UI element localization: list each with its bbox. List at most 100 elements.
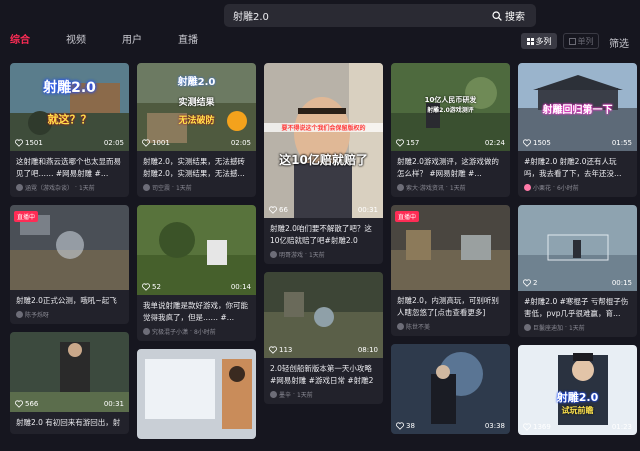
heart-icon <box>142 283 150 291</box>
single-view-icon <box>568 37 576 45</box>
cover-subtext: 实测结果 <box>178 98 215 108</box>
video-duration: 08:10 <box>357 346 378 354</box>
single-column-toggle[interactable]: 单列 <box>563 33 599 49</box>
video-title: 我单说射雕是款好游戏，你可能觉得我疯了，但是…… #… <box>143 301 248 322</box>
video-duration: 01:23 <box>611 423 632 431</box>
video-card[interactable]: 10亿人民币研发 射雕2.0游戏测评 157 02:24 射雕2.0游戏测评，这… <box>391 63 510 197</box>
tab-user[interactable]: 用户 <box>122 34 142 48</box>
like-count-value: 1505 <box>533 139 551 147</box>
result-column-2: 射雕2.0 实测结果 无法破防 1001 02:05 射雕2.0，实测结果，无法… <box>137 63 256 447</box>
video-card[interactable]: 射雕2.0 就这？？ 1501 02:05 这射雕和燕云选哪个也太显而易见了吧…… <box>10 63 129 197</box>
result-column-1: 射雕2.0 就这？？ 1501 02:05 这射雕和燕云选哪个也太显而易见了吧…… <box>10 63 129 442</box>
video-card[interactable]: 2 00:15 #射雕2.0 #寒棍子 亏帮棍子伤害低，pvp几乎很难赢，育… … <box>518 205 637 337</box>
post-time: 1天前 <box>308 252 325 259</box>
video-meta: 陈予烁呀 <box>16 310 123 319</box>
heart-icon <box>269 206 277 214</box>
heart-icon <box>15 139 23 147</box>
cover-text: 10亿人民币研发 <box>424 96 477 104</box>
post-time: 1天前 <box>175 185 192 192</box>
video-thumbnail: 直播中 <box>10 205 129 290</box>
heart-icon <box>269 346 277 354</box>
author-avatar <box>397 184 404 191</box>
cover-text: 这10亿赔就赔了 <box>279 153 368 167</box>
cover-subtext-2: 无法破防 <box>178 116 215 126</box>
video-card[interactable]: 要不得说这个我们会保留版权的 这10亿赔就赔了 66 00:31 射雕2.0咱们… <box>264 63 383 264</box>
author-name: 巨鬣座迪加 <box>533 325 564 332</box>
video-title: 射雕2.0，内测高玩，可别听别人瞎忽悠了[点击查看更多] <box>397 296 499 317</box>
like-count: 157 <box>396 139 419 147</box>
cover-text: 射雕2.0 <box>43 80 96 96</box>
video-card[interactable]: 射雕2.0 实测结果 无法破防 1001 02:05 射雕2.0，实测结果，无法… <box>137 63 256 197</box>
like-count-value: 566 <box>25 400 39 408</box>
author-avatar <box>524 324 531 331</box>
video-thumbnail: 10亿人民币研发 射雕2.0游戏测评 157 02:24 <box>391 63 510 151</box>
post-time: 1天前 <box>568 325 585 332</box>
video-meta: 巨鬣座迪加 · 1天前 <box>524 323 631 332</box>
video-thumbnail <box>137 349 256 439</box>
video-thumbnail: 射雕2.0 实测结果 无法破防 1001 02:05 <box>137 63 256 151</box>
like-count-value: 1501 <box>25 139 43 147</box>
video-meta: 明哥游戏 · 1天前 <box>270 250 377 259</box>
cover-text: 射雕2.0 <box>177 77 216 88</box>
video-thumbnail: 射雕2.0 就这？？ 1501 02:05 <box>10 63 129 151</box>
video-card[interactable]: 113 08:10 2.0轻创船新版本第一天小攻略#网易射雕 #游戏日常 #射雕… <box>264 272 383 404</box>
cover-subtext: 就这？？ <box>47 113 92 126</box>
author-name: 小栗花 <box>533 185 552 192</box>
post-time: 1天前 <box>78 185 95 192</box>
like-count: 66 <box>269 206 288 214</box>
video-card[interactable]: 38 03:38 <box>391 344 510 434</box>
author-avatar <box>16 311 23 318</box>
tab-live[interactable]: 直播 <box>178 34 198 48</box>
search-input[interactable] <box>224 4 488 27</box>
like-count-value: 66 <box>279 206 288 214</box>
like-count: 38 <box>396 422 415 430</box>
post-time: 1天前 <box>296 392 313 399</box>
cover-text: 射雕回归第一下 <box>542 105 613 116</box>
search-icon <box>492 10 502 21</box>
video-meta: 陈世不美 <box>397 322 504 331</box>
heart-icon <box>523 139 531 147</box>
heart-icon <box>396 422 404 430</box>
author-avatar <box>397 323 404 330</box>
heart-icon <box>15 400 23 408</box>
video-thumbnail: 射雕回归第一下 1505 01:55 <box>518 63 637 151</box>
filter-button[interactable]: 筛选 <box>609 35 629 50</box>
video-card[interactable]: 直播中 射雕2.0，内测高玩，可别听别人瞎忽悠了[点击查看更多] 陈世不美 <box>391 205 510 336</box>
like-count: 566 <box>15 400 38 408</box>
like-count-value: 113 <box>279 346 293 354</box>
author-name: 索大·游戏资讯 <box>406 185 444 192</box>
heart-icon <box>523 423 531 431</box>
like-count: 1501 <box>15 139 43 147</box>
like-count-value: 38 <box>406 422 415 430</box>
video-card[interactable]: 566 00:31 射雕2.0 有初回来有游回出，射 <box>10 332 129 434</box>
video-thumbnail: 52 00:14 <box>137 205 256 295</box>
video-duration: 03:38 <box>484 422 505 430</box>
video-card[interactable]: 52 00:14 我单说射雕是款好游戏，你可能觉得我疯了，但是…… #… 究极混… <box>137 205 256 341</box>
video-meta: 究极混子小潇 · 8小时前 <box>143 327 250 336</box>
single-column-label: 单列 <box>577 36 594 46</box>
video-title: #射雕2.0 #寒棍子 亏帮棍子伤害低，pvp几乎很难赢，育… <box>524 297 629 318</box>
author-name: 涵霓（游戏杂谈） <box>25 185 74 192</box>
tab-video[interactable]: 视频 <box>66 34 86 48</box>
video-meta: 墨辛 · 1天前 <box>270 390 377 399</box>
video-card[interactable]: 射雕回归第一下 1505 01:55 #射雕2.0 射雕2.0还有人玩吗，我去看… <box>518 63 637 197</box>
video-card[interactable]: 直播中 射雕2.0正式公测，哦吼~起飞 陈予烁呀 <box>10 205 129 324</box>
video-title: 射雕2.0，实测结果，无法撼砖射雕2.0，实测结果，无法撼… <box>143 157 245 178</box>
live-badge: 直播中 <box>395 211 420 222</box>
search-button[interactable]: 搜索 <box>492 7 532 24</box>
search-bar: 搜索 <box>224 4 536 27</box>
search-button-label: 搜索 <box>505 12 525 23</box>
result-column-4: 10亿人民币研发 射雕2.0游戏测评 157 02:24 射雕2.0游戏测评，这… <box>391 63 510 442</box>
live-badge: 直播中 <box>14 211 39 222</box>
multi-column-label: 多列 <box>535 36 552 46</box>
result-column-5: 射雕回归第一下 1505 01:55 #射雕2.0 射雕2.0还有人玩吗，我去看… <box>518 63 637 443</box>
tab-all[interactable]: 综合 <box>10 34 30 48</box>
video-card[interactable] <box>137 349 256 439</box>
like-count: 1001 <box>142 139 170 147</box>
video-title: 射雕2.0 有初回来有游回出，射 <box>16 418 121 427</box>
multi-column-toggle[interactable]: 多列 <box>521 33 557 49</box>
grid-icon <box>526 37 534 45</box>
video-thumbnail: 113 08:10 <box>264 272 383 358</box>
video-card[interactable]: 射雕2.0 试玩前瞻 1369 01:23 <box>518 345 637 435</box>
video-duration: 00:15 <box>611 279 632 287</box>
